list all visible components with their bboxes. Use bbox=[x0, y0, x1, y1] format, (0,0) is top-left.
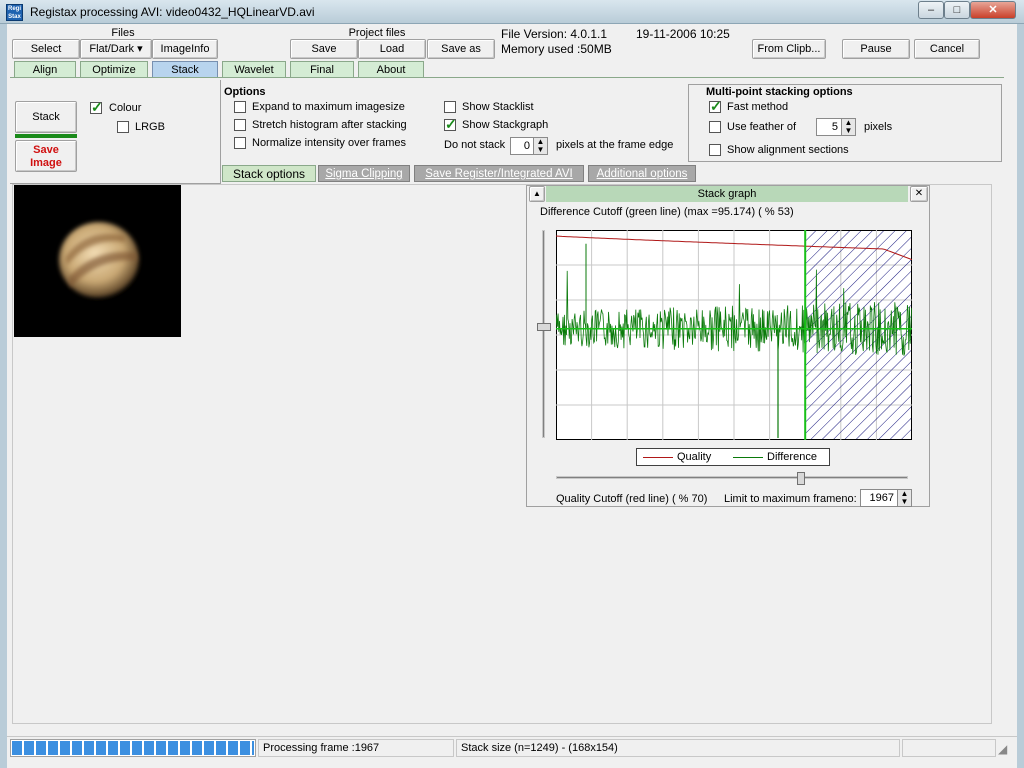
window-title: Registax processing AVI: video0432_HQLin… bbox=[30, 5, 315, 19]
select-button[interactable]: Select bbox=[12, 39, 80, 59]
processing-frame-status: Processing frame :1967 bbox=[258, 739, 454, 757]
edge-pixels-spinner-icon[interactable]: ▲ ▼ bbox=[533, 138, 547, 154]
graph-cutoff-region bbox=[805, 231, 911, 439]
multipoint-heading: Multi-point stacking options bbox=[706, 86, 853, 98]
quality-cutoff-slider-track[interactable] bbox=[556, 476, 908, 479]
graph-legend: Quality Difference bbox=[636, 448, 830, 466]
subtab-save-register-avi[interactable]: Save Register/Integrated AVI bbox=[414, 165, 584, 182]
tab-wavelet[interactable]: Wavelet bbox=[222, 61, 286, 78]
save-project-button[interactable]: Save bbox=[290, 39, 358, 59]
pixels-edge-label: pixels at the frame edge bbox=[556, 139, 674, 151]
tab-baseline bbox=[10, 77, 1004, 78]
jupiter-image bbox=[59, 222, 139, 298]
difference-cutoff-slider-track[interactable] bbox=[542, 230, 545, 438]
resize-grip-icon[interactable]: ◢ bbox=[998, 742, 1012, 756]
stretch-histogram-checkbox[interactable] bbox=[234, 119, 246, 131]
legend-difference-swatch bbox=[733, 457, 763, 458]
file-date: 19-11-2006 10:25 bbox=[636, 27, 730, 41]
subtab-additional-options[interactable]: Additional options bbox=[588, 165, 696, 182]
window-border-right bbox=[1017, 24, 1024, 768]
tab-final[interactable]: Final bbox=[290, 61, 354, 78]
close-graph-button[interactable]: ✕ bbox=[910, 186, 928, 202]
maximize-button[interactable]: □ bbox=[944, 1, 970, 19]
flat-dark-dropdown[interactable]: Flat/Dark ▾ bbox=[80, 39, 152, 59]
save-image-button[interactable]: Save Image bbox=[15, 140, 77, 172]
progress-bar-fill bbox=[12, 741, 254, 755]
stack-graph-svg bbox=[555, 229, 913, 441]
window-border-left bbox=[0, 24, 7, 768]
show-stackgraph-label: Show Stackgraph bbox=[462, 119, 549, 131]
legend-quality-swatch bbox=[643, 457, 673, 458]
options-heading: Options bbox=[224, 86, 266, 98]
fast-method-label: Fast method bbox=[727, 101, 789, 113]
tab-about[interactable]: About bbox=[358, 61, 424, 78]
panel-divider-vertical bbox=[220, 80, 221, 184]
limit-frameno-label: Limit to maximum frameno: bbox=[724, 493, 857, 505]
legend-quality-label: Quality bbox=[677, 451, 712, 463]
lrgb-label: LRGB bbox=[135, 121, 165, 133]
memory-used: Memory used :50MB bbox=[501, 42, 612, 56]
file-version: File Version: 4.0.1.1 bbox=[501, 27, 608, 41]
colour-label: Colour bbox=[109, 102, 142, 114]
stack-size-status: Stack size (n=1249) - (168x154) bbox=[456, 739, 900, 757]
from-clipboard-button[interactable]: From Clipb... bbox=[752, 39, 826, 59]
difference-cutoff-slider-thumb[interactable] bbox=[537, 323, 551, 331]
collapse-graph-button[interactable]: ▲ bbox=[529, 186, 545, 202]
use-feather-label: Use feather of bbox=[727, 121, 797, 133]
limit-frameno-input[interactable]: 1967 ▲ ▼ bbox=[860, 489, 912, 507]
close-window-button[interactable]: ✕ bbox=[970, 1, 1016, 19]
pause-button[interactable]: Pause bbox=[842, 39, 910, 59]
expand-imagesize-label: Expand to maximum imagesize bbox=[252, 101, 405, 113]
status-panel-empty bbox=[902, 739, 996, 757]
imageinfo-button[interactable]: ImageInfo bbox=[152, 39, 218, 59]
legend-difference-label: Difference bbox=[767, 451, 817, 463]
feather-pixels-value: 5 bbox=[831, 121, 838, 133]
subtab-stack-options[interactable]: Stack options bbox=[222, 165, 316, 182]
stack-progress-indicator bbox=[15, 134, 77, 138]
feather-spinner-icon[interactable]: ▲ ▼ bbox=[841, 119, 855, 135]
subtab-sigma-clipping[interactable]: Sigma Clipping bbox=[318, 165, 410, 182]
lrgb-checkbox[interactable] bbox=[117, 121, 129, 133]
stacked-image-preview bbox=[14, 185, 181, 337]
tab-stack[interactable]: Stack bbox=[152, 61, 218, 78]
edge-pixels-value: 0 bbox=[523, 140, 530, 152]
edge-pixels-input[interactable]: 0 ▲ ▼ bbox=[510, 137, 548, 155]
cancel-button[interactable]: Cancel bbox=[914, 39, 980, 59]
show-stacklist-checkbox[interactable] bbox=[444, 101, 456, 113]
tab-optimize[interactable]: Optimize bbox=[80, 61, 148, 78]
quality-cutoff-slider-thumb[interactable] bbox=[797, 472, 805, 485]
progress-bar bbox=[10, 739, 256, 757]
minimize-button[interactable]: – bbox=[918, 1, 944, 19]
save-as-button[interactable]: Save as bbox=[427, 39, 495, 59]
show-stacklist-label: Show Stacklist bbox=[462, 101, 534, 113]
normalize-intensity-label: Normalize intensity over frames bbox=[252, 137, 407, 149]
feather-pixels-label: pixels bbox=[864, 121, 893, 133]
project-files-group-label: Project files bbox=[348, 27, 406, 39]
stack-button[interactable]: Stack bbox=[15, 101, 77, 133]
tab-align[interactable]: Align bbox=[14, 61, 76, 78]
limit-frameno-spinner-icon[interactable]: ▲ ▼ bbox=[897, 490, 911, 506]
save-image-label-2: Image bbox=[30, 157, 62, 169]
difference-cutoff-label: Difference Cutoff (green line) (max =95.… bbox=[540, 206, 794, 218]
stack-graph-title: Stack graph bbox=[546, 186, 908, 202]
load-project-button[interactable]: Load bbox=[358, 39, 426, 59]
feather-pixels-input[interactable]: 5 ▲ ▼ bbox=[816, 118, 856, 136]
quality-cutoff-label: Quality Cutoff (red line) ( % 70) bbox=[556, 493, 708, 505]
normalize-intensity-checkbox[interactable] bbox=[234, 137, 246, 149]
files-group-label: Files bbox=[111, 27, 135, 39]
show-stackgraph-checkbox[interactable] bbox=[444, 116, 457, 133]
fast-method-checkbox[interactable] bbox=[709, 98, 722, 115]
save-image-label-1: Save bbox=[33, 144, 59, 156]
limit-frameno-value: 1967 bbox=[869, 492, 894, 504]
show-alignment-label: Show alignment sections bbox=[727, 144, 849, 156]
stretch-histogram-label: Stretch histogram after stacking bbox=[252, 119, 407, 131]
registax-app-icon: Regi Stax bbox=[6, 4, 23, 21]
use-feather-checkbox[interactable] bbox=[709, 121, 721, 133]
show-alignment-checkbox[interactable] bbox=[709, 144, 721, 156]
do-not-stack-label: Do not stack bbox=[444, 139, 506, 151]
colour-checkbox[interactable] bbox=[90, 99, 103, 116]
stack-graph-chart bbox=[555, 229, 913, 441]
expand-imagesize-checkbox[interactable] bbox=[234, 101, 246, 113]
